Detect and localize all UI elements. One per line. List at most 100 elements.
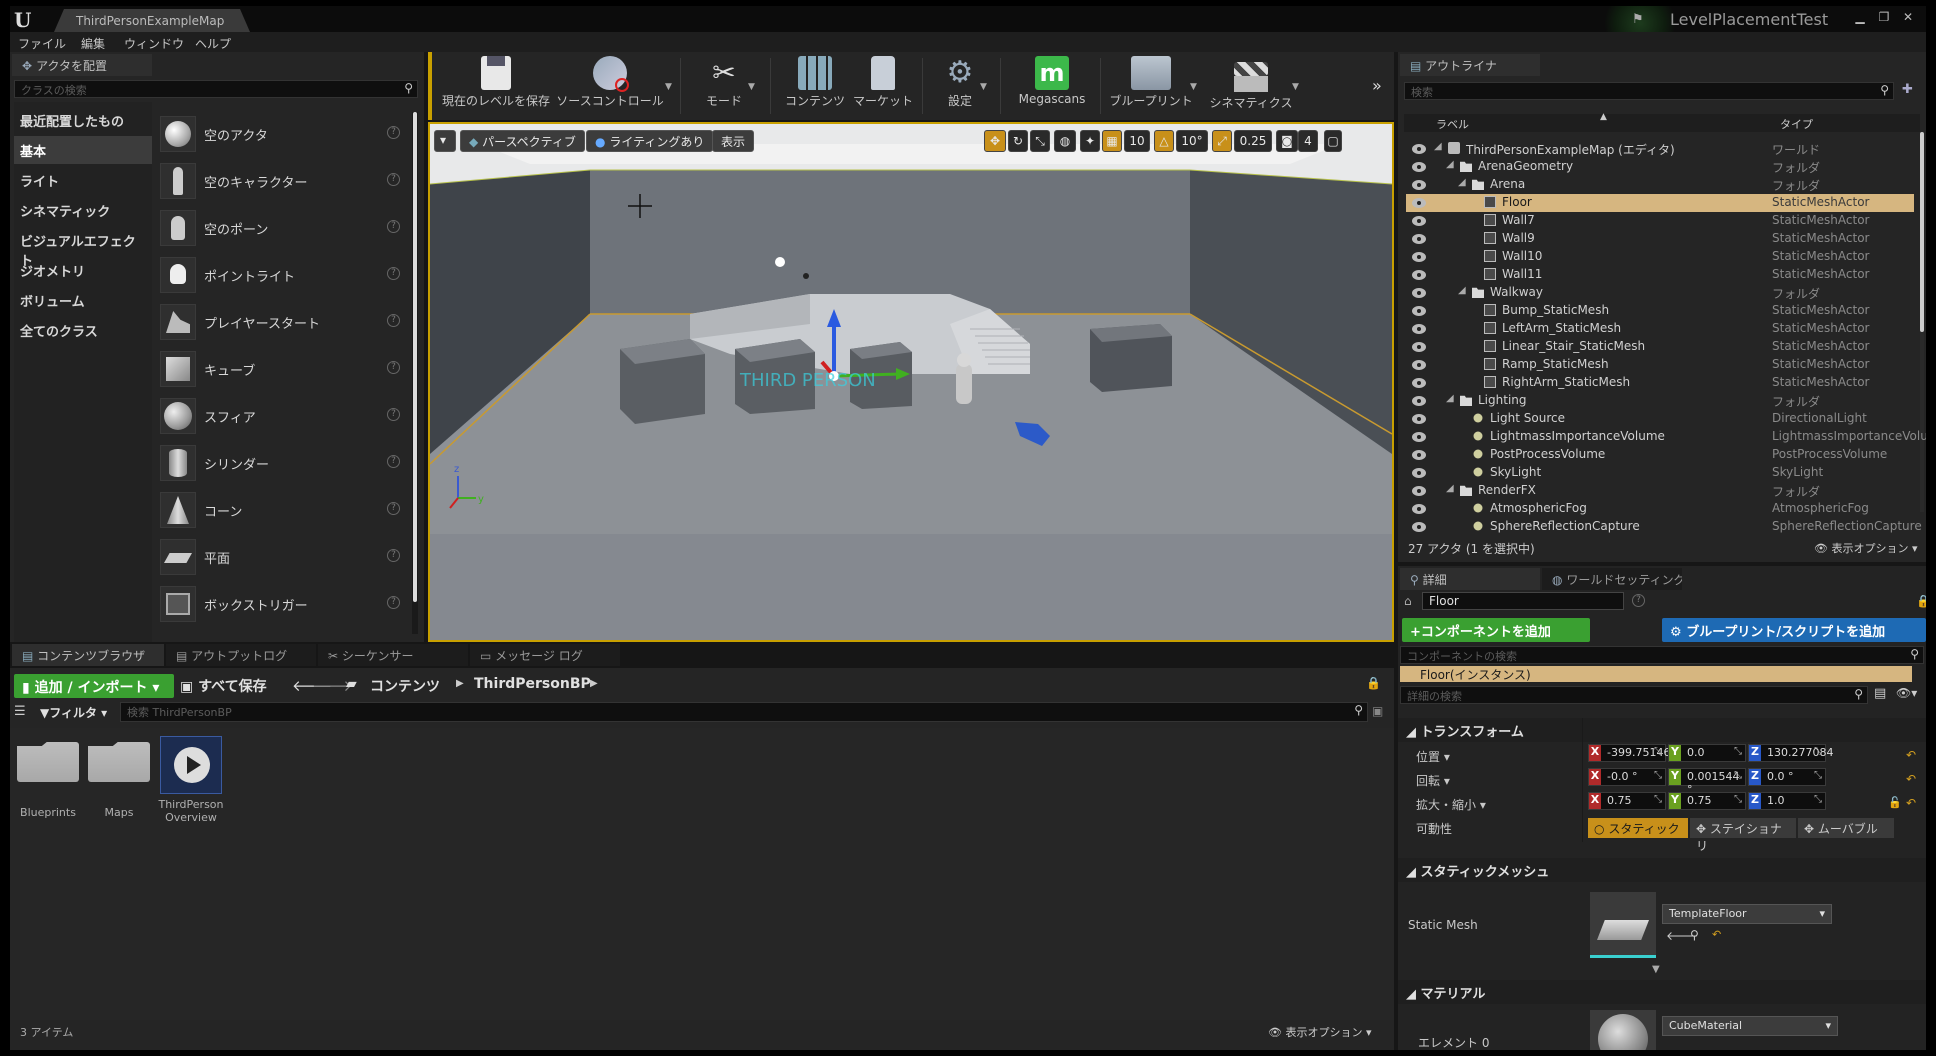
marketplace-button[interactable]: マーケット xyxy=(850,56,916,116)
modes-button[interactable]: ✂ モード xyxy=(694,56,754,116)
expand-arrow-icon[interactable]: ◢ xyxy=(1458,285,1466,296)
mobility-stationary-button[interactable]: ✥ ステイショナリ xyxy=(1690,818,1796,853)
drag-handle-icon[interactable]: ⤡ xyxy=(1654,746,1662,757)
column-type-header[interactable]: タイプ xyxy=(1780,116,1813,132)
material-thumbnail[interactable] xyxy=(1590,1010,1656,1050)
drag-handle-icon[interactable]: ⤡ xyxy=(1814,770,1822,781)
eye-icon[interactable]: 👁▾ xyxy=(1896,686,1917,700)
actor-item-player-start[interactable]: プレイヤースタート? xyxy=(160,300,410,344)
rotation-z-field[interactable]: Z 0.0 ° ⤡ xyxy=(1748,768,1826,786)
help-icon[interactable]: ? xyxy=(387,220,400,233)
help-icon[interactable]: ? xyxy=(387,314,400,327)
rotation-x-field[interactable]: X -0.0 ° ⤡ xyxy=(1588,768,1666,786)
location-x-field[interactable]: X -399.751465 ⤡ xyxy=(1588,744,1677,762)
save-level-button[interactable]: 現在のレベルを保存 xyxy=(442,56,550,116)
chevron-down-icon[interactable]: ▼ xyxy=(748,82,755,92)
outliner-row[interactable]: SkyLight SkyLight xyxy=(1406,464,1914,482)
help-icon[interactable]: ? xyxy=(387,267,400,280)
visibility-eye-icon[interactable] xyxy=(1412,198,1426,208)
tab-details[interactable]: ⚲ 詳細 xyxy=(1400,568,1540,590)
help-icon[interactable]: ? xyxy=(387,502,400,515)
category-geometry[interactable]: ジオメトリ xyxy=(14,256,152,284)
mobility-movable-button[interactable]: ✥ ムーバブル xyxy=(1798,818,1894,838)
expand-arrow-icon[interactable]: ◢ xyxy=(1446,483,1454,494)
grid-snap-icon[interactable]: ▦ xyxy=(1102,130,1122,152)
rotation-snap-icon[interactable]: △ xyxy=(1154,130,1174,152)
sources-toggle-icon[interactable]: ☰ xyxy=(14,704,26,719)
rotation-label[interactable]: 回転 ▾ xyxy=(1416,772,1450,789)
level-tab[interactable]: ThirdPersonExampleMap xyxy=(54,9,250,32)
actor-name-field[interactable]: Floor xyxy=(1422,592,1624,610)
help-icon[interactable]: ? xyxy=(387,549,400,562)
visibility-eye-icon[interactable] xyxy=(1412,450,1426,460)
expand-arrow-icon[interactable]: ◢ xyxy=(1434,141,1442,152)
save-all-button[interactable]: ▣ すべて保存 xyxy=(180,676,267,696)
maximize-button[interactable]: ❐ xyxy=(1872,9,1896,25)
help-icon[interactable]: ? xyxy=(387,361,400,374)
tab-world-settings[interactable]: ◍ ワールドセッティング xyxy=(1542,568,1682,590)
close-button[interactable]: ✕ xyxy=(1896,9,1920,25)
tab-message-log[interactable]: ▭ メッセージ ログ xyxy=(470,644,620,666)
menu-edit[interactable]: 編集 xyxy=(81,35,105,52)
visibility-eye-icon[interactable] xyxy=(1412,342,1426,352)
expand-arrow-icon[interactable]: ◢ xyxy=(1446,393,1454,404)
scale-label[interactable]: 拡大・縮小 ▾ xyxy=(1416,796,1486,813)
help-icon[interactable]: ? xyxy=(387,596,400,609)
help-icon[interactable]: ? xyxy=(387,126,400,139)
outliner-scrollbar[interactable] xyxy=(1920,132,1924,512)
location-label[interactable]: 位置 ▾ xyxy=(1416,748,1450,765)
menu-window[interactable]: ウィンドウ xyxy=(124,35,184,52)
source-control-button[interactable]: ソースコントロール xyxy=(556,56,664,116)
outliner-row[interactable]: ◢ Walkway フォルダ xyxy=(1406,284,1914,302)
blueprints-button[interactable]: ブループリント xyxy=(1106,56,1196,116)
visibility-eye-icon[interactable] xyxy=(1412,306,1426,316)
lock-icon[interactable]: 🔒 xyxy=(1916,594,1926,608)
drag-handle-icon[interactable]: ⤡ xyxy=(1734,770,1742,781)
asset-folder-blueprints[interactable]: Blueprints xyxy=(15,736,81,819)
visibility-eye-icon[interactable] xyxy=(1412,144,1426,154)
visibility-eye-icon[interactable] xyxy=(1412,270,1426,280)
level-viewport[interactable]: THIRD PERSON z y ▾ ◆ パースペクティブ ● ライティングあり… xyxy=(428,122,1394,642)
actor-item-sphere[interactable]: スフィア? xyxy=(160,394,410,438)
visibility-eye-icon[interactable] xyxy=(1412,234,1426,244)
outliner-row[interactable]: AtmosphericFog AtmosphericFog xyxy=(1406,500,1914,518)
visibility-eye-icon[interactable] xyxy=(1412,522,1426,532)
viewport-options-dropdown[interactable]: ▾ xyxy=(434,130,456,152)
outliner-row[interactable]: RightArm_StaticMesh StaticMeshActor xyxy=(1406,374,1914,392)
column-label-header[interactable]: ラベル xyxy=(1436,116,1469,132)
place-actors-scrollbar[interactable] xyxy=(412,112,418,634)
camera-speed-icon[interactable]: ◙ xyxy=(1276,130,1298,152)
actor-item-plane[interactable]: 平面? xyxy=(160,535,410,579)
scale-z-field[interactable]: Z 1.0 ⤡ xyxy=(1748,792,1826,810)
drag-handle-icon[interactable]: ⤡ xyxy=(1814,794,1822,805)
outliner-row[interactable]: LeftArm_StaticMesh StaticMeshActor xyxy=(1406,320,1914,338)
tab-place-actors[interactable]: ✥ アクタを配置 xyxy=(12,54,152,76)
component-instance-row[interactable]: Floor(インスタンス) xyxy=(1400,666,1912,682)
outliner-row[interactable]: ◢ ArenaGeometry フォルダ xyxy=(1406,158,1914,176)
expand-arrow-icon[interactable]: ◢ xyxy=(1458,177,1466,188)
outliner-row[interactable]: Ramp_StaticMesh StaticMeshActor xyxy=(1406,356,1914,374)
outliner-row[interactable]: SphereReflectionCapture SphereReflectionC… xyxy=(1406,518,1922,536)
content-view-options[interactable]: 👁 表示オプション ▾ xyxy=(1268,1024,1372,1040)
add-actor-icon[interactable]: ✚ xyxy=(1902,82,1913,97)
path-content[interactable]: コンテンツ xyxy=(370,676,440,696)
outliner-row[interactable]: Wall10 StaticMeshActor xyxy=(1406,248,1914,266)
world-space-icon[interactable]: ◍ xyxy=(1054,130,1076,152)
rotation-snap-value[interactable]: 10° xyxy=(1176,130,1208,152)
location-y-field[interactable]: Y 0.0 ⤡ xyxy=(1668,744,1746,762)
visibility-eye-icon[interactable] xyxy=(1412,378,1426,388)
scale-tool-icon[interactable]: ⤡ xyxy=(1030,130,1050,152)
outliner-row[interactable]: Floor StaticMeshActor xyxy=(1406,194,1914,212)
outliner-row[interactable]: ◢ Arena フォルダ xyxy=(1406,176,1914,194)
show-button[interactable]: 表示 xyxy=(712,130,755,152)
drag-handle-icon[interactable]: ⤡ xyxy=(1734,794,1742,805)
scale-x-field[interactable]: X 0.75 ⤡ xyxy=(1588,792,1666,810)
tab-sequencer[interactable]: ✂ シーケンサー xyxy=(318,644,468,666)
category-lights[interactable]: ライト xyxy=(14,166,152,194)
help-icon[interactable]: ? xyxy=(387,455,400,468)
static-mesh-combo[interactable]: TemplateFloor ▾ xyxy=(1662,904,1832,924)
tab-content-browser[interactable]: ▤ コンテンツブラウザ xyxy=(12,644,164,666)
expand-advanced-icon[interactable]: ▼ xyxy=(1652,964,1660,975)
drag-handle-icon[interactable]: ⤡ xyxy=(1654,794,1662,805)
grid-snap-value[interactable]: 10 xyxy=(1124,130,1150,152)
